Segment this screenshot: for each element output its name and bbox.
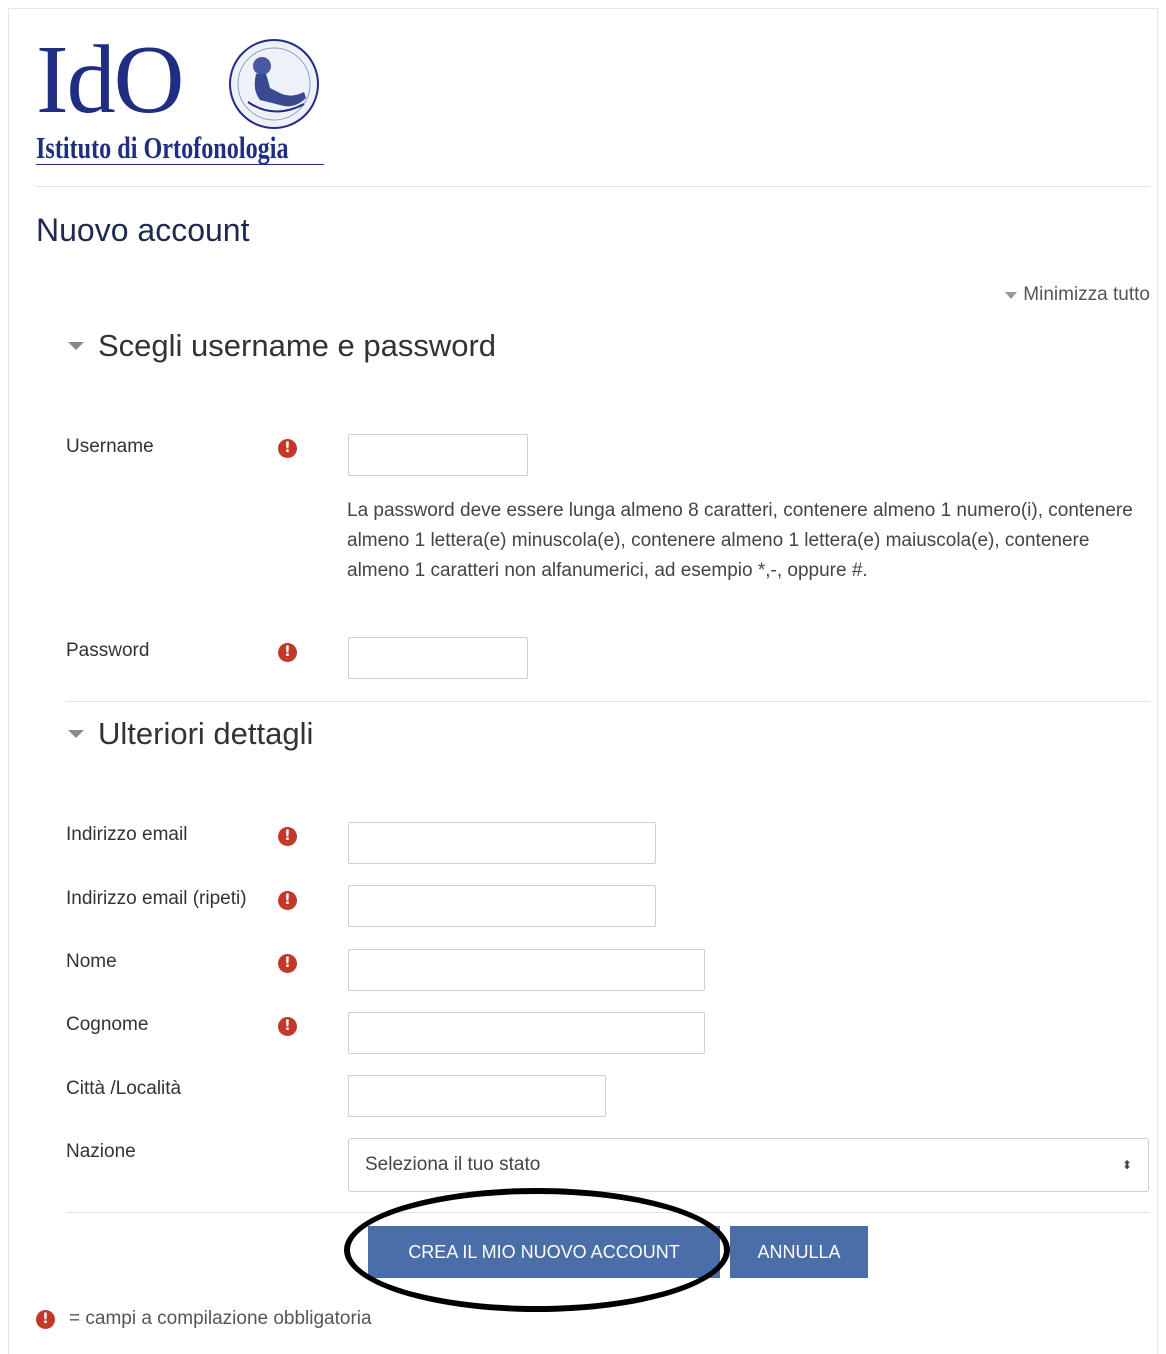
first-name-input[interactable] (348, 949, 705, 991)
select-arrows-icon: ⬍ (1121, 1158, 1132, 1172)
password-policy-text: La password deve essere lunga almeno 8 c… (347, 500, 1133, 581)
form-actions-divider (66, 1212, 1150, 1213)
city-input[interactable] (348, 1075, 606, 1117)
required-icon: ! (278, 891, 297, 910)
first-name-label: Nome (66, 951, 117, 972)
cancel-button[interactable]: ANNULLA (730, 1226, 868, 1278)
logo-underline (36, 164, 324, 165)
logo-subtitle: Istituto di Ortofonologia (36, 130, 289, 165)
required-icon: ! (278, 439, 297, 458)
required-icon: ! (278, 1017, 297, 1036)
city-label: Città /Località (66, 1078, 182, 1099)
email-input[interactable] (348, 822, 656, 864)
password-label: Password (66, 640, 150, 661)
required-icon: ! (278, 643, 297, 662)
header-divider (36, 186, 1150, 187)
required-legend-text: = campi a compilazione obbligatoria (69, 1308, 372, 1329)
last-name-input[interactable] (348, 1012, 705, 1054)
required-icon: ! (36, 1309, 55, 1329)
username-label: Username (66, 436, 154, 457)
logo-emblem-icon (229, 39, 319, 129)
page-title: Nuovo account (36, 212, 250, 248)
section-details-toggle[interactable]: Ulteriori dettagli (68, 716, 313, 752)
required-icon: ! (278, 954, 297, 973)
required-icon: ! (278, 827, 297, 846)
email-repeat-input[interactable] (348, 885, 656, 927)
logo-wordmark: IdO (36, 26, 184, 134)
section-divider (66, 701, 1150, 702)
country-label: Nazione (66, 1141, 136, 1162)
section-credentials-title: Scegli username e password (98, 328, 497, 363)
last-name-label: Cognome (66, 1014, 149, 1035)
caret-down-icon (68, 342, 84, 350)
required-legend: ! = campi a compilazione obbligatoria (36, 1308, 372, 1330)
caret-down-icon (1005, 291, 1018, 299)
password-input[interactable] (348, 637, 528, 679)
email-label: Indirizzo email (66, 824, 188, 845)
ido-logo[interactable]: IdO Istituto di Ortofonologia (36, 30, 336, 170)
caret-down-icon (68, 730, 84, 738)
section-details-title: Ulteriori dettagli (98, 716, 314, 751)
collapse-all-link[interactable]: Minimizza tutto (1005, 284, 1150, 306)
email-repeat-label: Indirizzo email (ripeti) (66, 888, 247, 909)
username-input[interactable] (348, 434, 528, 476)
create-account-button[interactable]: CREA IL MIO NUOVO ACCOUNT (368, 1226, 720, 1278)
collapse-all-label: Minimizza tutto (1023, 284, 1150, 305)
section-credentials-toggle[interactable]: Scegli username e password (68, 328, 496, 364)
country-select[interactable]: Seleziona il tuo stato ⬍ (348, 1138, 1149, 1192)
country-select-value: Seleziona il tuo stato (365, 1154, 541, 1175)
